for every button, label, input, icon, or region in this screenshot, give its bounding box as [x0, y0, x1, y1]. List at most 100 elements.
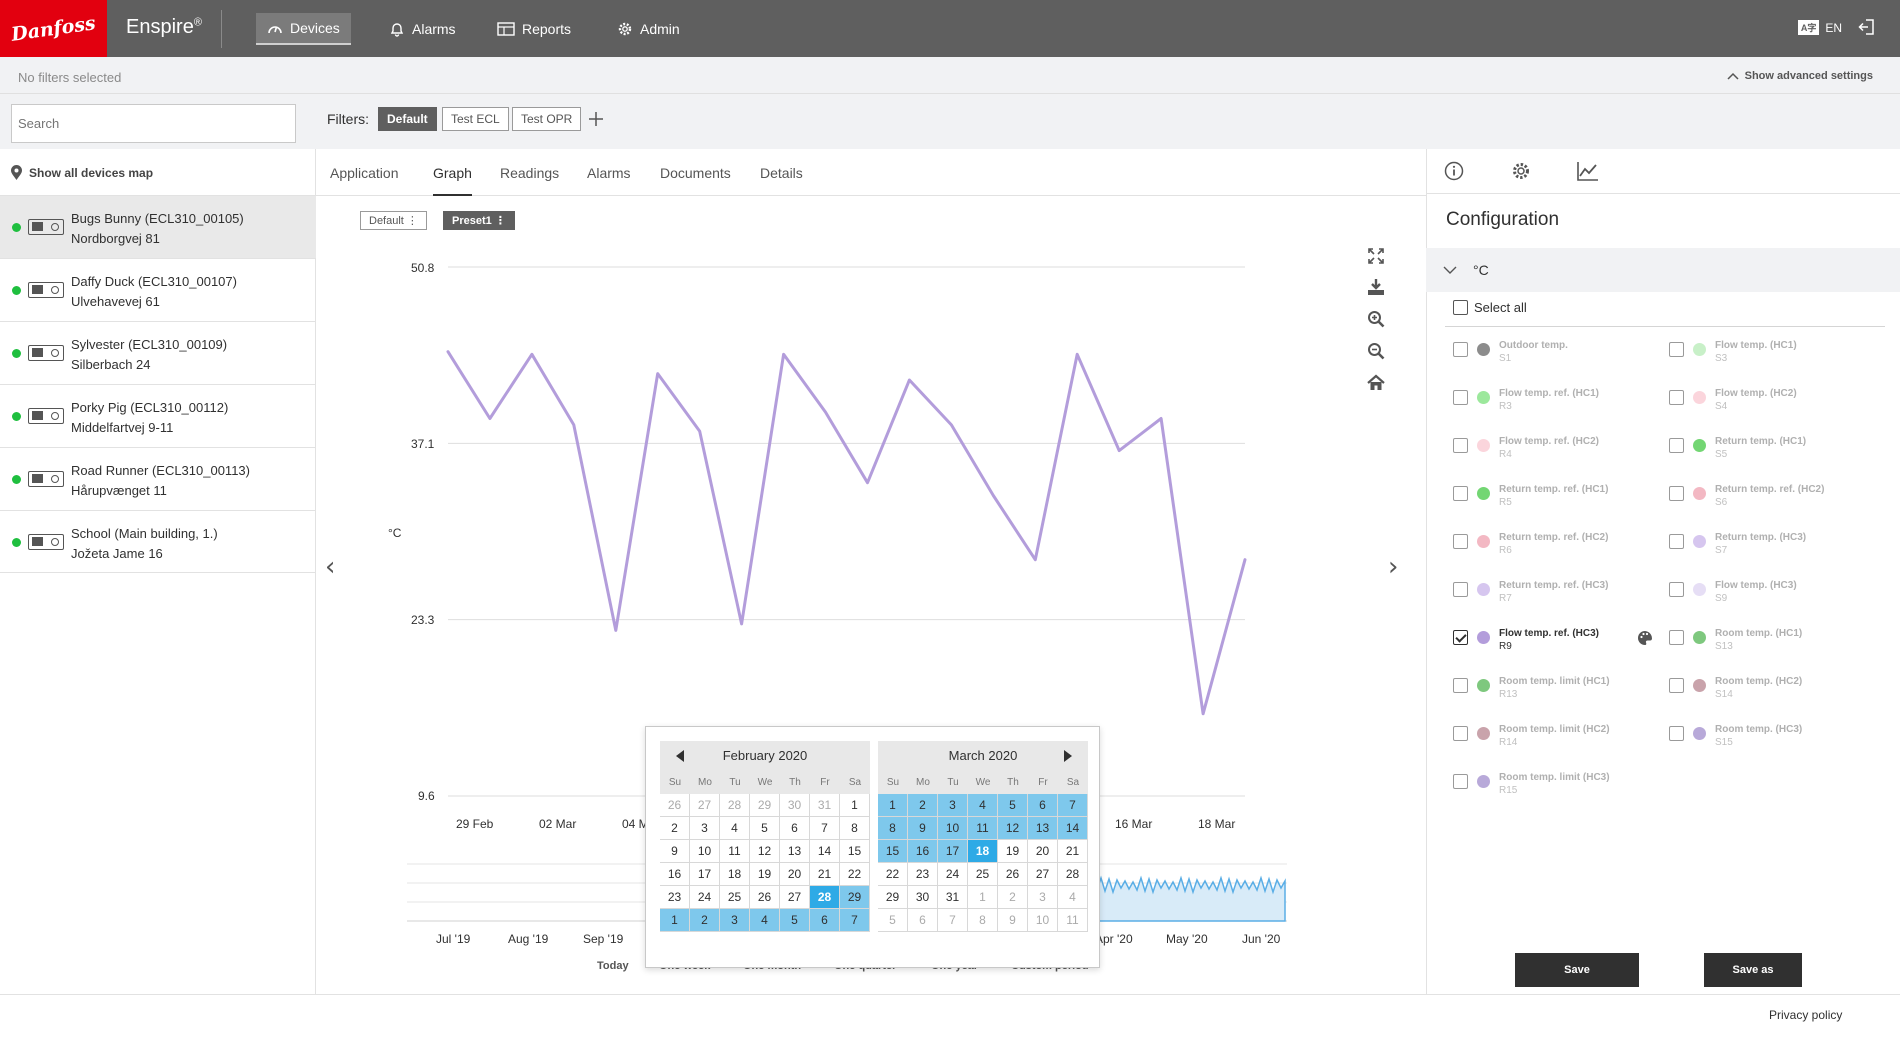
signal-item[interactable]: Outdoor temp. S1 [1453, 339, 1568, 365]
signal-checkbox[interactable] [1453, 342, 1468, 357]
zoom-in-icon[interactable] [1367, 310, 1385, 328]
device-item[interactable]: Bugs Bunny (ECL310_00105) Nordborgvej 81 [0, 195, 316, 258]
calendar-day[interactable]: 11 [1058, 909, 1088, 932]
preset-default[interactable]: Default ⋮ [360, 211, 427, 230]
nav-admin[interactable]: Admin [606, 13, 691, 45]
calendar-day[interactable]: 27 [1028, 863, 1058, 886]
calendar-day-in-range[interactable]: 9 [908, 817, 938, 840]
calendar-day[interactable]: 13 [780, 840, 810, 863]
calendar-day[interactable]: 8 [968, 909, 998, 932]
calendar-day[interactable]: 29 [878, 886, 908, 909]
device-item[interactable]: Porky Pig (ECL310_00112) Middelfartvej 9… [0, 384, 316, 447]
chart-icon[interactable] [1577, 161, 1599, 181]
signal-checkbox[interactable] [1669, 390, 1684, 405]
device-item[interactable]: School (Main building, 1.) Jožeta Jame 1… [0, 510, 316, 573]
signal-item[interactable]: Room temp. (HC3) S15 [1669, 723, 1802, 749]
signal-item[interactable]: Flow temp. (HC2) S4 [1669, 387, 1797, 413]
signal-checkbox[interactable] [1453, 774, 1468, 789]
signal-item[interactable]: Room temp. limit (HC1) R13 [1453, 675, 1610, 701]
calendar-day[interactable]: 31 [810, 794, 840, 817]
previous-period-arrow[interactable]: ‹ [325, 552, 335, 582]
calendar-day[interactable]: 2 [660, 817, 690, 840]
tab-documents[interactable]: Documents [660, 165, 731, 194]
calendar-day[interactable]: 12 [750, 840, 780, 863]
filter-chip-default[interactable]: Default [378, 107, 437, 131]
preset-preset1[interactable]: Preset1 ⋮ [443, 211, 515, 230]
more-vertical-icon[interactable]: ⋮ [407, 215, 418, 227]
calendar-day[interactable]: 14 [810, 840, 840, 863]
calendar-day-in-range[interactable]: 4 [750, 909, 780, 932]
logout-icon[interactable] [1858, 18, 1876, 36]
calendar-day[interactable]: 20 [1028, 840, 1058, 863]
info-icon[interactable] [1444, 161, 1464, 181]
prev-month-icon[interactable] [676, 750, 684, 762]
calendar-day-in-range[interactable]: 1 [660, 909, 690, 932]
calendar-day[interactable]: 27 [690, 794, 720, 817]
signal-item[interactable]: Flow temp. ref. (HC2) R4 [1453, 435, 1599, 461]
calendar-day[interactable]: 20 [780, 863, 810, 886]
nav-devices[interactable]: Devices [256, 13, 351, 45]
checkbox[interactable] [1453, 300, 1468, 315]
calendar-day-in-range[interactable]: 4 [968, 794, 998, 817]
language-selector[interactable]: A字 EN [1797, 20, 1842, 35]
signal-checkbox[interactable] [1453, 486, 1468, 501]
calendar-day[interactable]: 30 [908, 886, 938, 909]
signal-item[interactable]: Room temp. (HC2) S14 [1669, 675, 1802, 701]
calendar-day-in-range[interactable]: 2 [690, 909, 720, 932]
signal-checkbox[interactable] [1669, 438, 1684, 453]
signal-checkbox[interactable] [1669, 726, 1684, 741]
calendar-day[interactable]: 30 [780, 794, 810, 817]
calendar-day[interactable]: 26 [660, 794, 690, 817]
calendar-day[interactable]: 25 [968, 863, 998, 886]
calendar-day[interactable]: 6 [908, 909, 938, 932]
calendar-day[interactable]: 4 [720, 817, 750, 840]
signal-checkbox[interactable] [1453, 438, 1468, 453]
tab-application[interactable]: Application [330, 165, 399, 194]
signal-checkbox[interactable] [1669, 582, 1684, 597]
calendar-day-in-range[interactable]: 14 [1058, 817, 1088, 840]
calendar-day[interactable]: 1 [840, 794, 870, 817]
calendar-day[interactable]: 4 [1058, 886, 1088, 909]
calendar-day[interactable]: 26 [998, 863, 1028, 886]
signal-checkbox[interactable] [1453, 726, 1468, 741]
gear-icon[interactable] [1511, 161, 1531, 181]
calendar-day-in-range[interactable]: 5 [780, 909, 810, 932]
calendar-day-in-range[interactable]: 16 [908, 840, 938, 863]
calendar-day-in-range[interactable]: 6 [810, 909, 840, 932]
calendar-day-selected[interactable]: 28 [810, 886, 840, 909]
calendar-day-in-range[interactable]: 5 [998, 794, 1028, 817]
signal-checkbox[interactable] [1669, 486, 1684, 501]
calendar-day-in-range[interactable]: 7 [840, 909, 870, 932]
calendar-day-in-range[interactable]: 13 [1028, 817, 1058, 840]
calendar-day[interactable]: 16 [660, 863, 690, 886]
calendar-day[interactable]: 3 [1028, 886, 1058, 909]
calendar-day-in-range[interactable]: 1 [878, 794, 908, 817]
show-all-devices-map-link[interactable]: Show all devices map [10, 165, 153, 181]
calendar-day[interactable]: 3 [690, 817, 720, 840]
calendar-day[interactable]: 26 [750, 886, 780, 909]
calendar-day[interactable]: 18 [720, 863, 750, 886]
privacy-policy-link[interactable]: Privacy policy [1769, 1008, 1842, 1022]
unit-group-header[interactable] [1426, 248, 1900, 292]
calendar-day-in-range[interactable]: 8 [878, 817, 908, 840]
signal-checkbox[interactable] [1453, 630, 1468, 645]
select-all-checkbox[interactable]: Select all [1453, 300, 1527, 315]
calendar-day-in-range[interactable]: 15 [878, 840, 908, 863]
calendar-day-in-range[interactable]: 29 [840, 886, 870, 909]
calendar-day-selected[interactable]: 18 [968, 840, 998, 863]
download-icon[interactable] [1367, 278, 1385, 296]
signal-checkbox[interactable] [1669, 534, 1684, 549]
signal-item[interactable]: Return temp. (HC3) S7 [1669, 531, 1806, 557]
signal-item[interactable]: Return temp. ref. (HC2) S6 [1669, 483, 1824, 509]
calendar-day-in-range[interactable]: 2 [908, 794, 938, 817]
calendar-day[interactable]: 31 [938, 886, 968, 909]
calendar-day[interactable]: 29 [750, 794, 780, 817]
calendar-day[interactable]: 22 [840, 863, 870, 886]
calendar-day[interactable]: 5 [750, 817, 780, 840]
signal-checkbox[interactable] [1669, 678, 1684, 693]
calendar-day[interactable]: 17 [690, 863, 720, 886]
calendar-day[interactable]: 21 [1058, 840, 1088, 863]
calendar-day[interactable]: 23 [660, 886, 690, 909]
signal-item[interactable]: Room temp. limit (HC3) R15 [1453, 771, 1610, 797]
more-vertical-icon[interactable]: ⋮ [495, 215, 506, 227]
